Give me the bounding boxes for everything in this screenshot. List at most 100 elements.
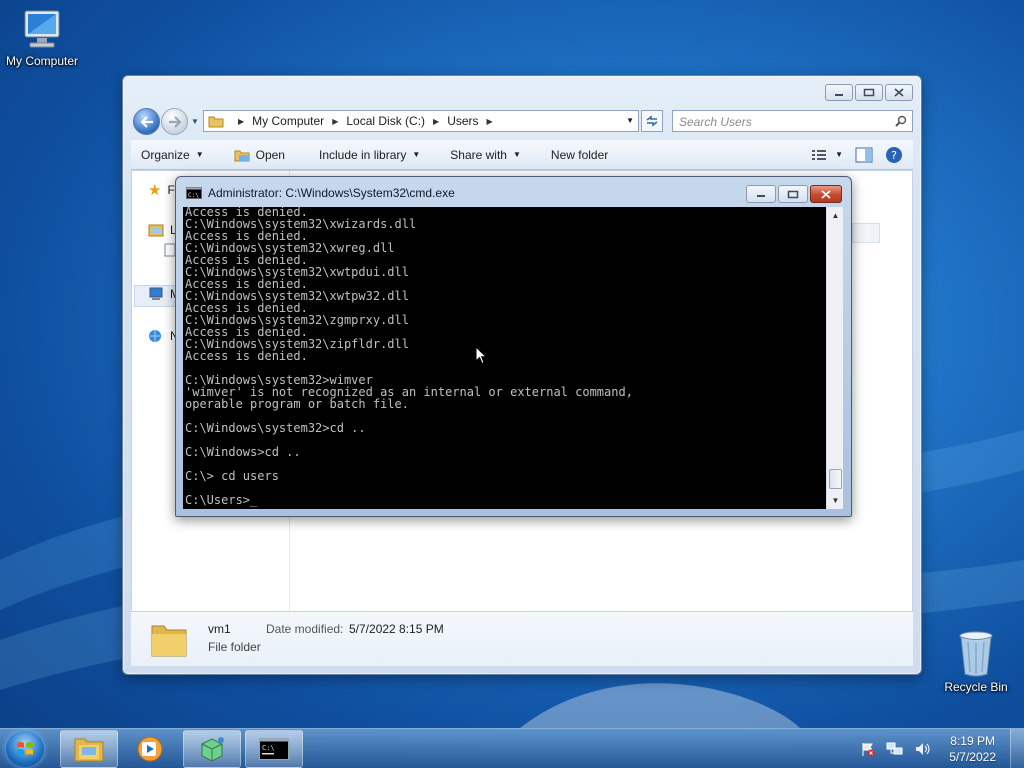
show-desktop-button[interactable] (1010, 729, 1024, 768)
help-icon[interactable]: ? (885, 146, 903, 164)
start-button[interactable] (6, 731, 44, 767)
details-date-value: 5/7/2022 8:15 PM (349, 622, 444, 636)
desktop-icon-recycle-bin[interactable]: Recycle Bin (934, 628, 1018, 694)
minimize-icon (835, 93, 843, 96)
console-line: C:\> cd users (185, 469, 279, 483)
console-line: C:\Windows>cd .. (185, 445, 301, 459)
nav-item-favorites[interactable]: ★ F (148, 181, 175, 199)
close-icon (894, 88, 904, 97)
console-scrollbar[interactable]: ▲ ▼ (826, 207, 843, 509)
refresh-button[interactable] (641, 110, 663, 132)
cmd-maximize-button[interactable] (778, 185, 808, 203)
mouse-pointer-icon (475, 346, 487, 365)
details-pane: vm1 File folder Date modified: 5/7/2022 … (131, 612, 913, 666)
cmd-window[interactable]: C:\ Administrator: C:\Windows\System32\c… (175, 176, 852, 517)
change-view-button[interactable]: ▼ (811, 149, 843, 161)
folder-icon (151, 625, 187, 657)
libraries-icon (148, 224, 164, 237)
cmd-minimize-button[interactable] (746, 185, 776, 203)
desktop-icon-my-computer[interactable]: My Computer (0, 8, 84, 68)
action-center-flag-icon[interactable] (860, 741, 876, 757)
network-icon (149, 330, 161, 342)
recycle-bin-icon (959, 631, 993, 677)
restore-icon (863, 88, 875, 97)
forward-button[interactable] (161, 108, 188, 135)
share-with-menu[interactable]: Share with ▼ (430, 140, 531, 169)
close-button[interactable] (885, 84, 913, 101)
system-clock[interactable]: 8:19 PM 5/7/2022 (949, 733, 996, 765)
console-text: Access is denied. C:\Windows\system32\xwi… (185, 207, 633, 506)
file-list-item[interactable] (852, 223, 880, 243)
include-in-library-menu[interactable]: Include in library ▼ (295, 140, 430, 169)
console-line: operable program or batch file. (185, 397, 409, 411)
volume-icon[interactable] (914, 741, 932, 757)
scroll-up-button[interactable]: ▲ (827, 207, 844, 224)
taskbar-explorer-button[interactable] (60, 730, 118, 768)
new-folder-button[interactable]: New folder (531, 140, 618, 169)
scroll-thumb[interactable] (829, 469, 842, 489)
folder-icon (208, 116, 224, 128)
minimize-button[interactable] (825, 84, 853, 101)
breadcrumb-users[interactable]: Users (447, 114, 478, 128)
console-line: Access is denied. (185, 349, 308, 363)
breadcrumb-separator[interactable]: ▶ (433, 117, 439, 126)
details-date-label: Date modified: (266, 622, 344, 636)
console-output[interactable]: Access is denied. C:\Windows\system32\xwi… (183, 207, 826, 509)
console-line: C:\Windows\system32>cd .. (185, 421, 366, 435)
address-dropdown[interactable]: ▼ (626, 116, 634, 125)
share-with-label: Share with (450, 147, 507, 162)
taskbar: C:\ 8:19 PM 5/7/2022 (0, 728, 1024, 768)
details-item-name: vm1 (208, 622, 231, 636)
organize-menu[interactable]: Organize ▼ (131, 140, 214, 169)
console-line: C:\Users> (185, 494, 633, 506)
cmd-icon: C:\ (186, 187, 202, 199)
explorer-caption-buttons (825, 84, 913, 101)
svg-text:C:\: C:\ (262, 744, 275, 752)
organize-label: Organize (141, 147, 190, 162)
restore-icon (787, 190, 799, 198)
chevron-down-icon: ▼ (412, 150, 421, 159)
open-label: Open (255, 147, 285, 162)
nav-item-libraries[interactable]: L (148, 223, 177, 237)
search-icon (895, 115, 907, 127)
clock-date: 5/7/2022 (949, 750, 996, 764)
taskbar-media-player-button[interactable] (121, 730, 179, 768)
taskbar-cmd-button[interactable]: C:\ (245, 730, 303, 768)
breadcrumb-local-disk[interactable]: Local Disk (C:) (346, 114, 425, 128)
address-row: ▼ ▶ My Computer ▶ Local Disk (C:) ▶ User… (131, 108, 913, 135)
refresh-icon (646, 115, 658, 127)
breadcrumb-my-computer[interactable]: My Computer (252, 114, 324, 128)
cmd-title: Administrator: C:\Windows\System32\cmd.e… (208, 186, 455, 200)
cmd-close-button[interactable] (810, 185, 842, 203)
address-bar[interactable]: ▶ My Computer ▶ Local Disk (C:) ▶ Users … (203, 110, 639, 132)
maximize-button[interactable] (855, 84, 883, 101)
new-folder-label: New folder (550, 147, 609, 162)
network-status-icon[interactable] (886, 741, 904, 757)
back-button[interactable] (133, 108, 160, 135)
cmd-caption-buttons (746, 185, 842, 203)
arrow-right-icon (168, 115, 182, 128)
breadcrumb-separator[interactable]: ▶ (238, 117, 244, 126)
command-bar: Organize ▼ Open Include in library ▼ Share… (131, 140, 913, 170)
folder-library-icon (74, 738, 104, 762)
chevron-down-icon: ▼ (835, 150, 843, 159)
breadcrumb-separator[interactable]: ▶ (487, 117, 493, 126)
breadcrumb-separator[interactable]: ▶ (332, 117, 338, 126)
taskbar-network-button[interactable] (183, 730, 241, 768)
media-player-icon (137, 736, 163, 762)
minimize-icon (757, 195, 765, 197)
star-icon: ★ (148, 182, 162, 199)
search-input[interactable]: Search Users (672, 110, 913, 132)
preview-pane-icon[interactable] (855, 147, 873, 163)
recent-pages-dropdown[interactable]: ▼ (191, 117, 199, 126)
cmd-icon: C:\ (259, 738, 289, 760)
clock-time: 8:19 PM (950, 734, 995, 748)
desktop-icon-label: My Computer (5, 54, 79, 68)
computer-icon (24, 10, 60, 48)
computer-icon (149, 287, 163, 300)
open-button[interactable]: Open (214, 140, 295, 169)
chevron-down-icon: ▼ (195, 150, 204, 159)
cmd-title-bar[interactable]: C:\ Administrator: C:\Windows\System32\c… (186, 186, 455, 200)
chevron-down-icon: ▼ (512, 150, 521, 159)
scroll-down-button[interactable]: ▼ (827, 492, 844, 509)
